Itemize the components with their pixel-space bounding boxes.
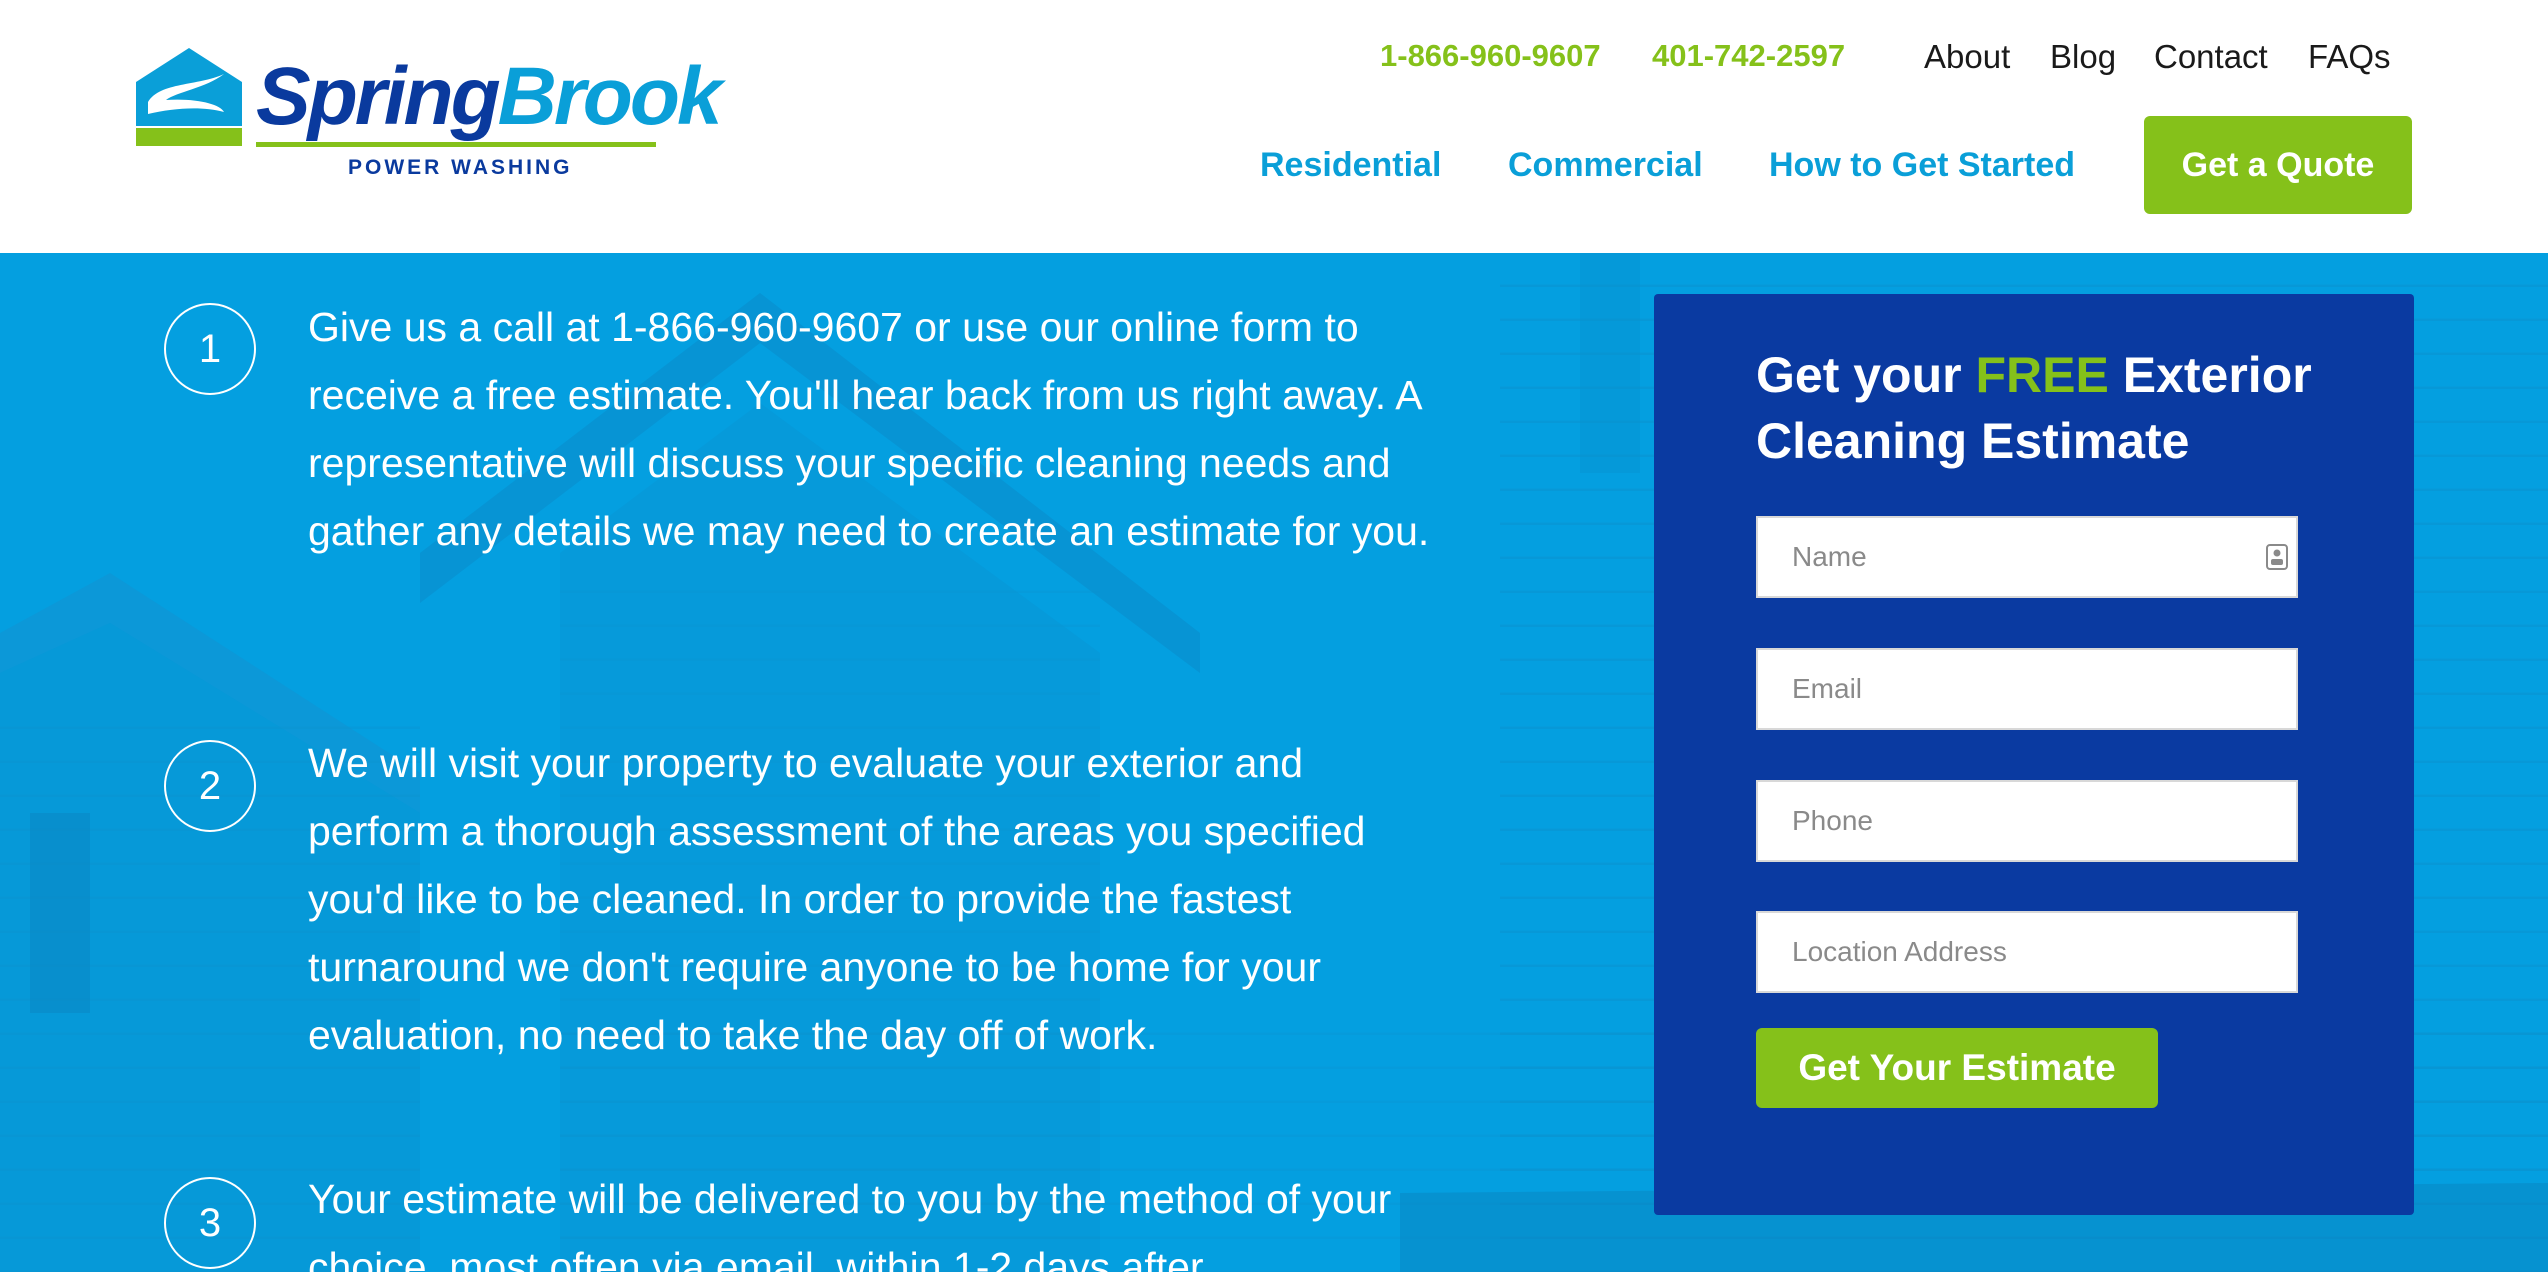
free-estimate-form: Get your FREE Exterior Cleaning Estimate… [1654, 294, 2414, 1215]
nav-blog[interactable]: Blog [2050, 38, 2116, 76]
nav-commercial[interactable]: Commercial [1508, 146, 1703, 185]
get-your-estimate-button[interactable]: Get Your Estimate [1756, 1028, 2158, 1108]
logo-wordmark: SpringBrook [256, 56, 723, 138]
name-input[interactable] [1756, 516, 2298, 598]
logo-underline [256, 142, 656, 147]
logo-word-spring: Spring [256, 51, 501, 142]
logo-subtitle: POWER WASHING [348, 156, 573, 179]
step-description: Your estimate will be delivered to you b… [308, 1176, 1392, 1272]
nav-contact[interactable]: Contact [2154, 38, 2268, 76]
nav-how-to-get-started[interactable]: How to Get Started [1769, 146, 2075, 185]
step-number-badge: 3 [164, 1177, 256, 1269]
nav-faqs[interactable]: FAQs [2308, 38, 2391, 76]
site-header: SpringBrook POWER WASHING 1-866-960-9607… [0, 0, 2548, 253]
step-description: We will visit your property to evaluate … [308, 740, 1366, 1058]
phone-link-tollfree[interactable]: 1-866-960-9607 [1380, 38, 1601, 74]
step-number-badge: 1 [164, 303, 256, 395]
step-description: Give us a call at 1-866-960-9607 or use … [308, 304, 1430, 554]
form-title-highlight: FREE [1975, 347, 2109, 403]
form-title: Get your FREE Exterior Cleaning Estimate [1756, 342, 2356, 474]
springbrook-house-logo-icon [136, 48, 242, 146]
phone-link-local[interactable]: 401-742-2597 [1652, 38, 1845, 74]
contact-card-icon[interactable] [2266, 544, 2288, 570]
step-number-badge: 2 [164, 740, 256, 832]
get-a-quote-button[interactable]: Get a Quote [2144, 116, 2412, 214]
phone-input[interactable] [1756, 780, 2298, 862]
form-title-start: Get your [1756, 347, 1976, 403]
email-input[interactable] [1756, 648, 2298, 730]
nav-about[interactable]: About [1924, 38, 2010, 76]
logo-word-brook: Brook [497, 51, 723, 142]
nav-residential[interactable]: Residential [1260, 146, 1441, 185]
location-address-input[interactable] [1756, 911, 2298, 993]
site-logo[interactable]: SpringBrook POWER WASHING [136, 48, 723, 183]
